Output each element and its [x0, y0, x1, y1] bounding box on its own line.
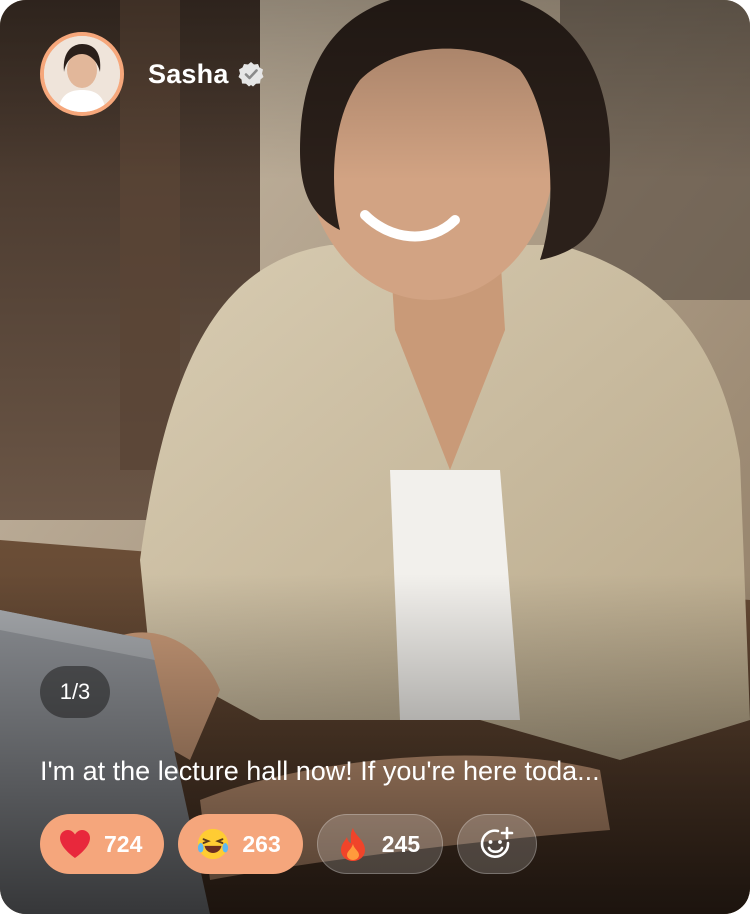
post-caption[interactable]: I'm at the lecture hall now! If you're h…	[40, 756, 720, 787]
reaction-laugh-count: 263	[242, 830, 281, 857]
slide-counter: 1/3	[40, 666, 110, 718]
add-emoji-icon	[480, 826, 514, 858]
reaction-fire-count: 245	[381, 830, 421, 857]
story-card[interactable]: Sasha 1/3 I'm at the lecture hall now! I…	[0, 0, 750, 914]
add-reaction-button[interactable]	[457, 814, 538, 874]
author-header[interactable]: Sasha	[40, 32, 265, 116]
reaction-laugh-button[interactable]: 263	[178, 814, 303, 874]
reaction-bar: 724 263 245	[40, 814, 538, 874]
reaction-heart-count: 724	[104, 830, 143, 857]
laughing-emoji-icon	[196, 827, 230, 861]
reaction-fire-button[interactable]: 245	[316, 814, 444, 874]
heart-icon	[58, 827, 92, 861]
author-name[interactable]: Sasha	[148, 59, 229, 90]
reaction-heart-button[interactable]: 724	[40, 814, 165, 874]
avatar-image	[44, 36, 120, 112]
verified-badge-icon	[238, 62, 264, 87]
slide-counter-text: 1/3	[59, 679, 91, 704]
avatar[interactable]	[40, 32, 124, 116]
fire-icon	[336, 827, 370, 861]
